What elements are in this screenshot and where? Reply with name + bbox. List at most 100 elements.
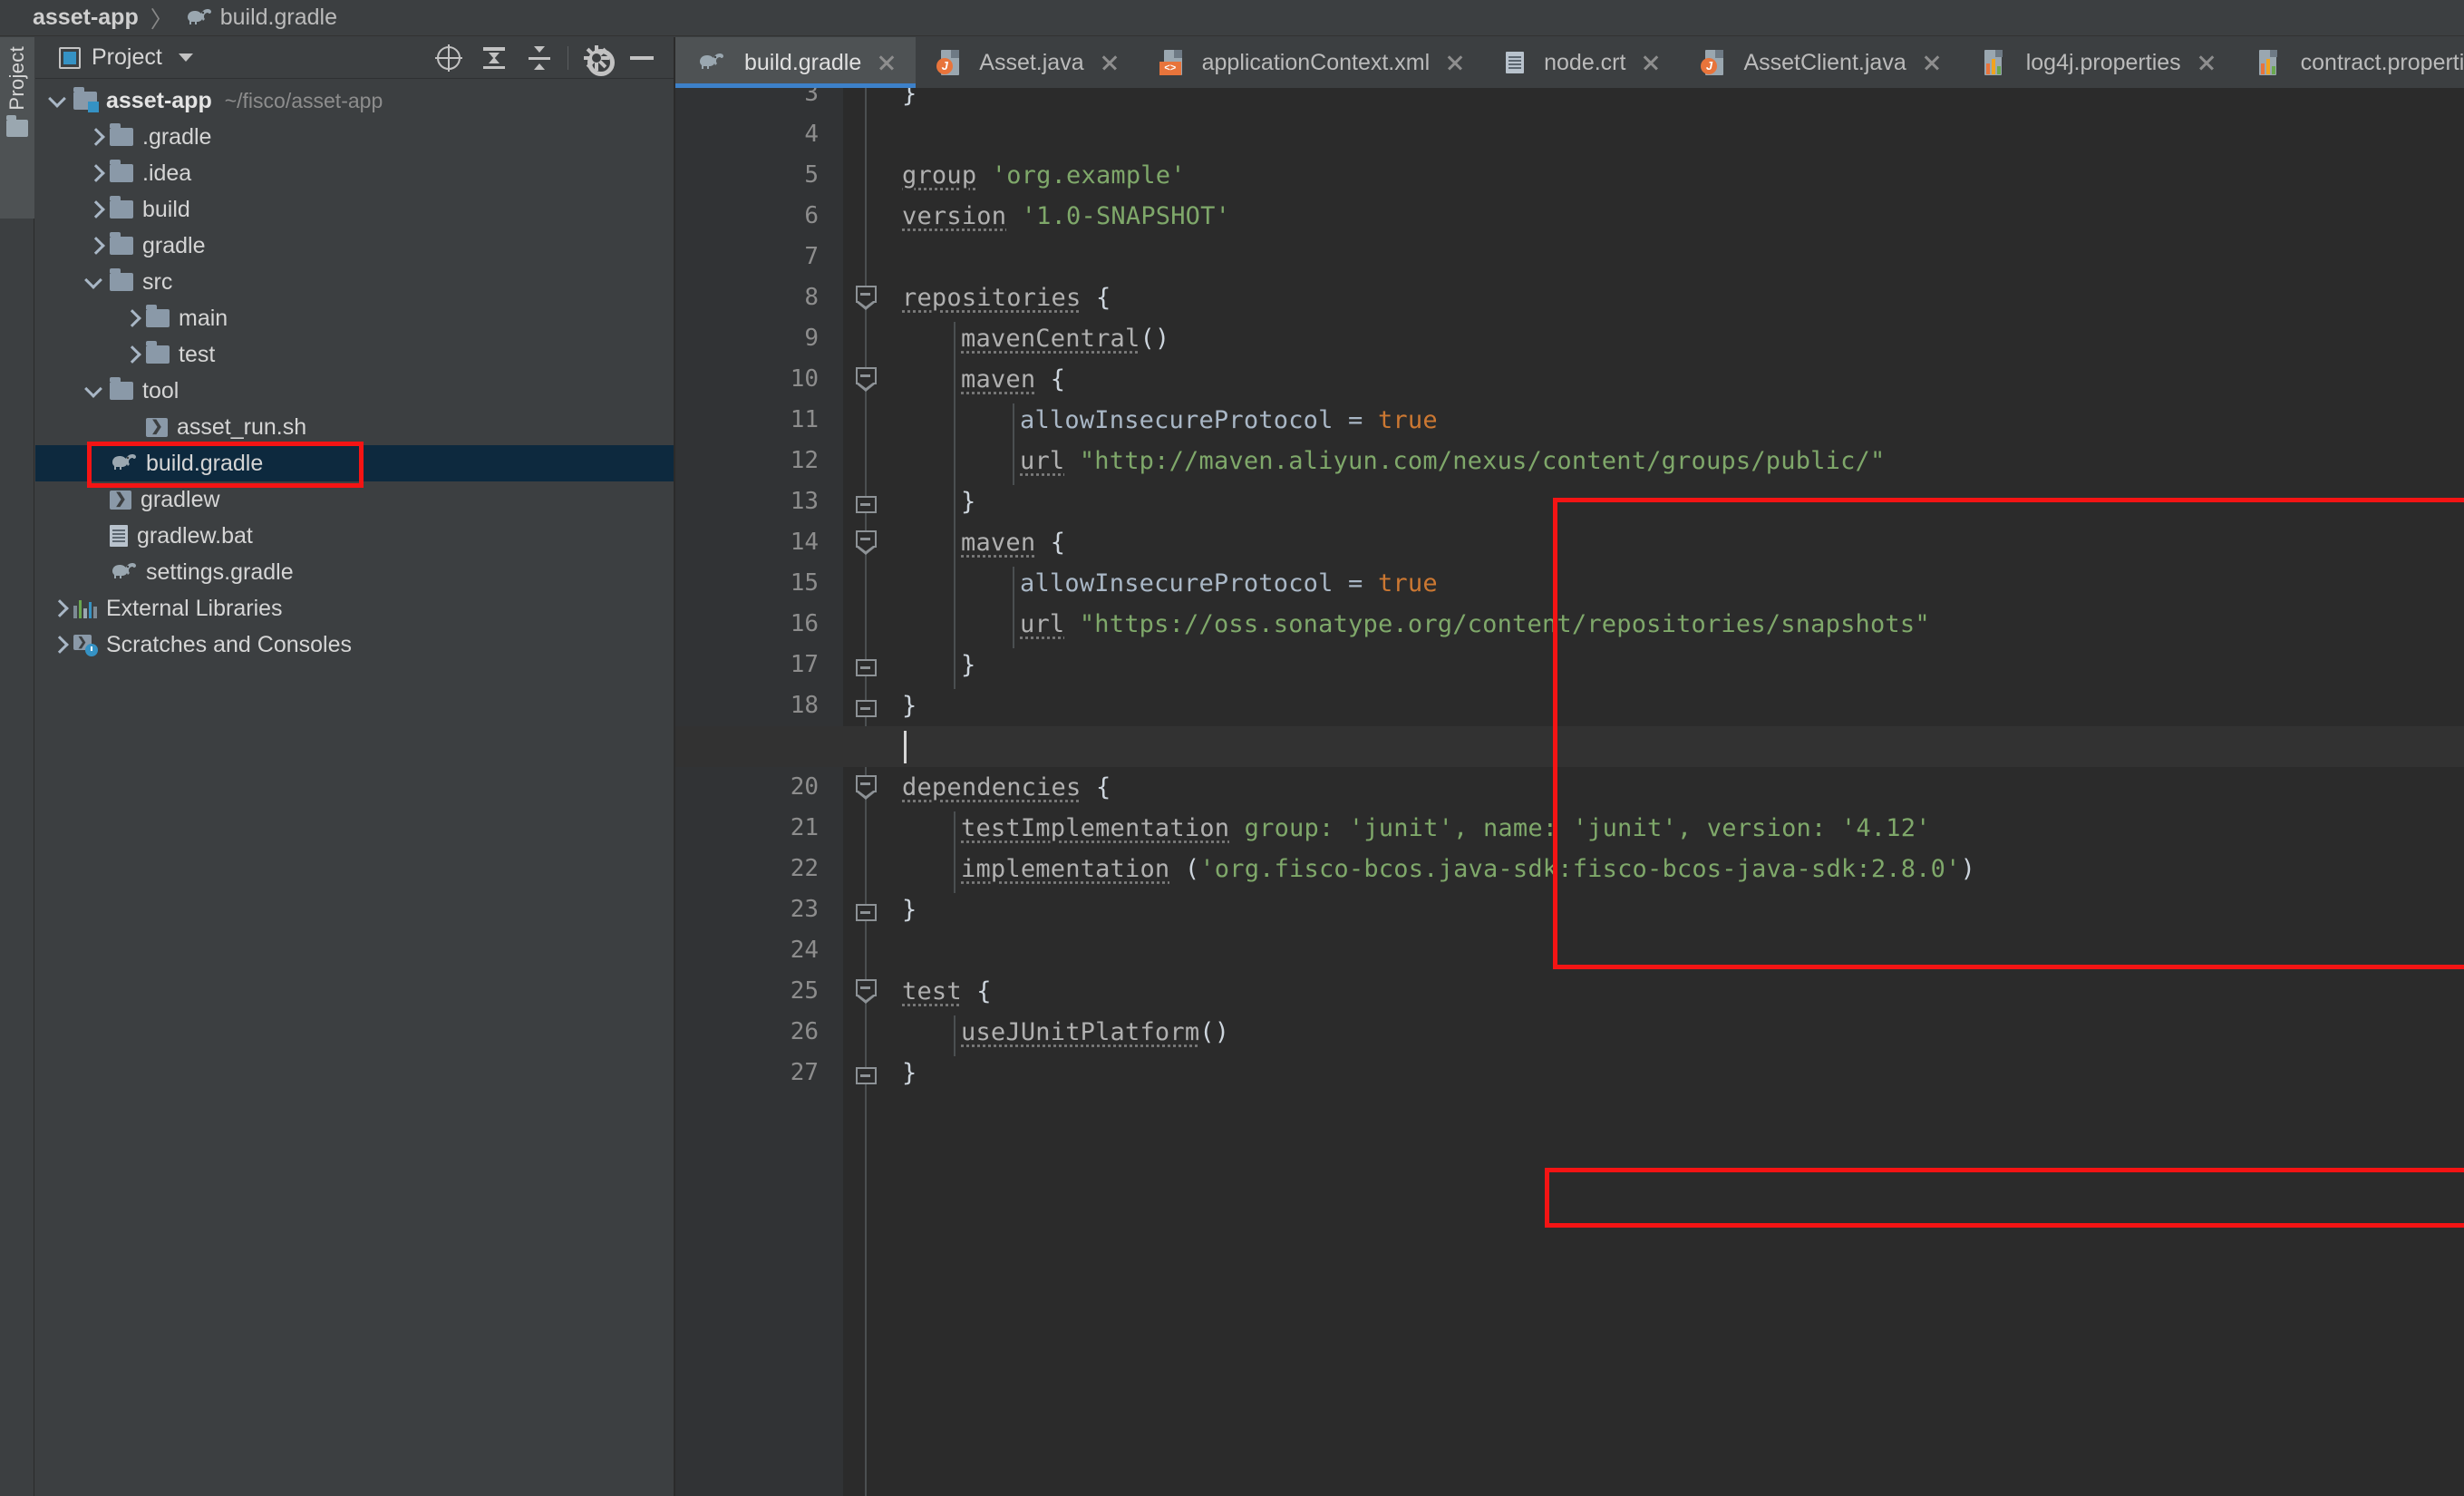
- code-line-14[interactable]: [675, 522, 2464, 563]
- code-editor[interactable]: 3456789101112131415161718192021222324252…: [675, 88, 2464, 1496]
- chevron-down-icon[interactable]: [178, 53, 193, 62]
- editor-tab-assetclient-java[interactable]: J AssetClient.java: [1680, 37, 1960, 88]
- tree-item-label: asset-app: [106, 87, 212, 113]
- code-text-line-10: maven {: [961, 359, 1065, 400]
- chevron-right-icon[interactable]: [121, 345, 141, 364]
- tree-item-build-gradle[interactable]: build.gradle: [35, 445, 674, 481]
- code-text-line-8: repositories {: [902, 277, 1111, 318]
- breadcrumb-item-file[interactable]: build.gradle: [185, 5, 337, 31]
- tree-item-gradle[interactable]: gradle: [35, 228, 674, 264]
- code-text-line-27: }: [902, 1053, 917, 1093]
- code-line-24[interactable]: [675, 930, 2464, 971]
- code-line-19[interactable]: [675, 726, 2464, 767]
- editor-tab-bar[interactable]: build.gradle J Asset.java <> applicationCont…: [675, 37, 2464, 88]
- code-line-18[interactable]: [675, 685, 2464, 726]
- editor-tab-asset-java[interactable]: J Asset.java: [916, 37, 1138, 88]
- code-line-4[interactable]: [675, 114, 2464, 155]
- hide-panel-button[interactable]: [619, 37, 665, 79]
- java-file-icon: J: [936, 50, 960, 75]
- code-line-10[interactable]: [675, 359, 2464, 400]
- close-icon[interactable]: [1099, 52, 1120, 73]
- chevron-down-icon[interactable]: [48, 91, 68, 111]
- tree-item-main[interactable]: main: [35, 300, 674, 336]
- chevron-right-icon[interactable]: [84, 236, 104, 256]
- chevron-right-icon[interactable]: [84, 199, 104, 219]
- indent-guide: [954, 322, 956, 689]
- tree-item-asset-app[interactable]: asset-app ~/fisco/asset-app: [35, 83, 674, 119]
- code-line-15[interactable]: [675, 563, 2464, 604]
- libraries-icon: [73, 598, 97, 618]
- code-line-7[interactable]: [675, 237, 2464, 277]
- collapse-all-button[interactable]: [517, 37, 562, 79]
- code-line-23[interactable]: [675, 889, 2464, 930]
- code-line-27[interactable]: [675, 1053, 2464, 1093]
- chevron-down-icon[interactable]: [84, 272, 104, 292]
- code-token: true: [1377, 406, 1438, 434]
- tree-item-test[interactable]: test: [35, 336, 674, 373]
- tree-item-src[interactable]: src: [35, 264, 674, 300]
- tree-item-gradlew[interactable]: ❯ gradlew: [35, 481, 674, 518]
- properties-file-icon: [1983, 50, 2006, 75]
- code-line-9[interactable]: [675, 318, 2464, 359]
- tool-strip-button-project[interactable]: Project: [0, 37, 34, 219]
- tree-item-external-libraries[interactable]: External Libraries: [35, 590, 674, 627]
- chevron-right-icon[interactable]: [48, 598, 68, 618]
- code-text-line-16: url "https://oss.sonatype.org/content/re…: [1020, 604, 1930, 645]
- gradle-elephant-icon: [110, 451, 137, 477]
- tree-item-settings-gradle[interactable]: settings.gradle: [35, 554, 674, 590]
- close-icon[interactable]: [1921, 52, 1943, 73]
- tree-item-tool[interactable]: tool: [35, 373, 674, 409]
- breadcrumb-item-project[interactable]: asset-app: [33, 5, 139, 31]
- tree-item--idea[interactable]: .idea: [35, 155, 674, 191]
- no-arrow-spacer: [84, 562, 104, 582]
- close-icon[interactable]: [1444, 52, 1466, 73]
- code-line-26[interactable]: [675, 1012, 2464, 1053]
- select-opened-file-button[interactable]: [426, 37, 471, 79]
- folder-icon: [110, 232, 133, 255]
- chevron-right-icon[interactable]: [121, 308, 141, 328]
- chevron-down-icon[interactable]: [84, 381, 104, 401]
- code-line-11[interactable]: [675, 400, 2464, 441]
- tree-item-gradlew-bat[interactable]: gradlew.bat: [35, 518, 674, 554]
- close-icon[interactable]: [2196, 52, 2217, 73]
- close-icon[interactable]: [1640, 52, 1662, 73]
- editor-tab-contract-properties[interactable]: contract.properties: [2236, 37, 2464, 88]
- breadcrumb-label: asset-app: [33, 5, 139, 30]
- chevron-right-icon[interactable]: [84, 127, 104, 147]
- tree-item--gradle[interactable]: .gradle: [35, 119, 674, 155]
- close-icon[interactable]: [876, 52, 897, 73]
- no-arrow-spacer: [84, 490, 104, 510]
- code-text-line-23: }: [902, 889, 917, 930]
- code-text-line-20: dependencies {: [902, 767, 1111, 808]
- code-token: }: [902, 896, 917, 924]
- indent-guide: [954, 811, 956, 893]
- code-token: 'org.fisco-bcos.java-sdk:fisco-bcos-java…: [1199, 855, 1961, 883]
- code-token: '1.0-SNAPSHOT': [1021, 202, 1231, 230]
- expand-all-icon: [481, 45, 507, 71]
- tree-item-scratches-and-consoles[interactable]: ❯ Scratches and Consoles: [35, 627, 674, 663]
- chevron-right-icon[interactable]: [48, 635, 68, 655]
- code-line-3[interactable]: [675, 88, 2464, 114]
- tree-item-build[interactable]: build: [35, 191, 674, 228]
- expand-all-button[interactable]: [471, 37, 517, 79]
- settings-button[interactable]: [574, 37, 619, 79]
- chevron-right-icon[interactable]: [84, 163, 104, 183]
- code-token: group: 'junit', name: 'junit', version: …: [1244, 814, 1931, 842]
- project-file-tree[interactable]: asset-app ~/fisco/asset-app .gradle .idea bu…: [35, 79, 674, 663]
- editor-tab-build-gradle[interactable]: build.gradle: [675, 37, 917, 88]
- tree-item-asset-run-sh[interactable]: ❯ asset_run.sh: [35, 409, 674, 445]
- editor-tab-label: AssetClient.java: [1743, 49, 1906, 75]
- code-line-13[interactable]: [675, 481, 2464, 522]
- code-line-17[interactable]: [675, 645, 2464, 685]
- indent-guide: [1013, 567, 1014, 648]
- editor-tab-label: build.gradle: [744, 49, 862, 75]
- editor-tab-node-crt[interactable]: node.crt: [1484, 37, 1680, 88]
- project-view-selector[interactable]: Project: [35, 44, 193, 71]
- no-arrow-spacer: [84, 526, 104, 546]
- gradle-elephant-icon: [185, 5, 212, 30]
- editor-tab-applicationcontext-xml[interactable]: <> applicationContext.xml: [1139, 37, 1485, 88]
- editor-tab-log4j-properties[interactable]: log4j.properties: [1961, 37, 2236, 88]
